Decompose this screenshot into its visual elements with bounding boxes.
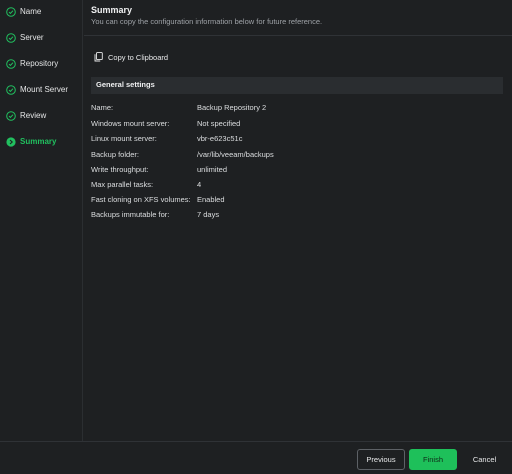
settings-row: Backup folder: /var/lib/veeam/backups [91, 150, 503, 162]
setting-value: 4 [197, 180, 202, 189]
step-label: Review [20, 111, 47, 120]
setting-key: Fast cloning on XFS volumes: [91, 195, 191, 204]
check-circle-icon [6, 111, 16, 121]
step-server[interactable]: Server [0, 30, 82, 46]
setting-value: Not specified [197, 119, 241, 128]
setting-key: Max parallel tasks: [91, 180, 154, 189]
settings-row: Name: Backup Repository 2 [91, 103, 503, 115]
settings-row: Linux mount server: vbr-e623c51c [91, 134, 503, 146]
check-circle-icon [6, 33, 16, 43]
step-label: Summary [20, 137, 57, 146]
finish-button[interactable]: Finish [409, 449, 457, 470]
setting-key: Linux mount server: [91, 134, 157, 143]
general-settings-header: General settings [91, 77, 503, 94]
step-mount-server[interactable]: Mount Server [0, 82, 82, 98]
section-title: General settings [96, 80, 155, 89]
clipboard-icon [94, 52, 103, 62]
settings-row: Fast cloning on XFS volumes: Enabled [91, 195, 503, 207]
step-repository[interactable]: Repository [0, 56, 82, 72]
setting-value: vbr-e623c51c [197, 134, 243, 143]
page-title: Summary [91, 5, 133, 15]
wizard-footer: Previous Finish Cancel [0, 441, 512, 474]
setting-value: Backup Repository 2 [197, 103, 267, 112]
summary-panel: Summary You can copy the configuration i… [84, 0, 512, 441]
step-review[interactable]: Review [0, 108, 82, 124]
setting-value: Enabled [197, 195, 225, 204]
setting-key: Windows mount server: [91, 119, 170, 128]
settings-row: Write throughput: unlimited [91, 165, 503, 177]
check-circle-icon [6, 85, 16, 95]
wizard-window: Name Server Repository Mount Server Revi… [0, 0, 512, 474]
step-label: Name [20, 7, 42, 16]
wizard-steps-sidebar: Name Server Repository Mount Server Revi… [0, 0, 83, 441]
setting-value: 7 days [197, 210, 220, 219]
setting-key: Backups immutable for: [91, 210, 170, 219]
copy-to-clipboard-button[interactable]: Copy to Clipboard [94, 50, 168, 64]
check-circle-icon [6, 7, 16, 17]
step-label: Repository [20, 59, 59, 68]
setting-value: unlimited [197, 165, 228, 174]
settings-row: Max parallel tasks: 4 [91, 180, 503, 192]
check-circle-icon [6, 59, 16, 69]
settings-row: Windows mount server: Not specified [91, 119, 503, 131]
setting-key: Write throughput: [91, 165, 149, 174]
step-label: Server [20, 33, 44, 42]
setting-key: Backup folder: [91, 150, 139, 159]
page-header: Summary You can copy the configuration i… [84, 0, 512, 36]
cancel-button[interactable]: Cancel [462, 449, 507, 470]
current-step-icon [6, 137, 16, 147]
step-name[interactable]: Name [0, 4, 82, 20]
step-label: Mount Server [20, 85, 69, 94]
previous-button[interactable]: Previous [357, 449, 405, 470]
setting-key: Name: [91, 103, 114, 112]
step-summary[interactable]: Summary [0, 134, 82, 150]
settings-row: Backups immutable for: 7 days [91, 210, 503, 222]
copy-to-clipboard-label: Copy to Clipboard [108, 52, 169, 62]
setting-value: /var/lib/veeam/backups [197, 150, 274, 159]
page-subtitle: You can copy the configuration informati… [91, 17, 323, 26]
